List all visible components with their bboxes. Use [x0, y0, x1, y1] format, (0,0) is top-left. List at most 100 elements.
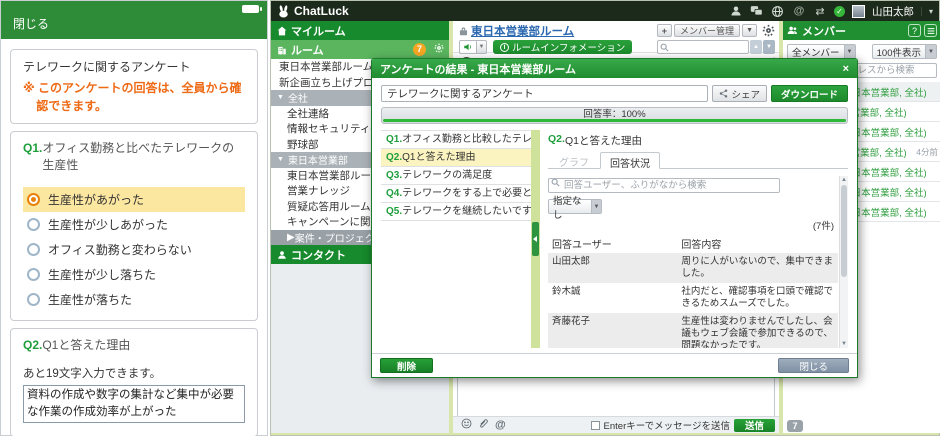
- answer-row[interactable]: 鈴木誠社内だと、確認事項を口頭で確認できるためスムーズでした。: [548, 283, 838, 313]
- download-button[interactable]: ダウンロード: [771, 85, 848, 102]
- radio-option[interactable]: 生産性が落ちた: [23, 287, 245, 312]
- globe-icon[interactable]: [771, 4, 785, 18]
- chat-rooms-icon[interactable]: [750, 4, 764, 18]
- answer-textarea[interactable]: 資料の作成や数字の集計など集中が必要な作業の作成効率が上がった: [23, 385, 245, 423]
- app-logo[interactable]: ChatLuck: [277, 4, 349, 18]
- answer-filter-select[interactable]: 指定なし ▼: [548, 199, 602, 214]
- info-icon: i: [500, 43, 509, 52]
- message-toolbar: @ Enterキーでメッセージを送信 送信: [453, 416, 779, 433]
- question-number: Q3.: [386, 170, 402, 181]
- room-name-link[interactable]: 東日本営業部ルーム: [471, 23, 574, 39]
- message-search-input[interactable]: [657, 40, 749, 54]
- scrollbar-thumb[interactable]: [841, 185, 847, 277]
- members-title: メンバー: [802, 23, 846, 39]
- help-icon[interactable]: ?: [908, 24, 921, 37]
- attach-file-icon[interactable]: [478, 416, 489, 434]
- column-content: 回答内容: [681, 236, 838, 251]
- page-size-select[interactable]: 100件表示 ▼: [872, 44, 937, 59]
- filter-value: 指定なし: [549, 193, 591, 221]
- mention-at-icon[interactable]: @: [495, 419, 506, 431]
- close-button[interactable]: 閉じる: [13, 15, 49, 32]
- group-label: 東日本営業部: [288, 152, 348, 167]
- tab-graph[interactable]: グラフ: [550, 152, 598, 168]
- radio-icon: [27, 268, 40, 281]
- pane-divider: [531, 130, 540, 348]
- battery-icon: [242, 5, 259, 13]
- survey-name-input[interactable]: [381, 85, 708, 102]
- question-1-title: Q1. オフィス勤務と比べたテレワークの生産性: [23, 140, 245, 174]
- response-rate-bar: 回答率：100%: [381, 107, 848, 124]
- radio-option[interactable]: 生産性が少しあがった: [23, 212, 245, 237]
- radio-option-selected[interactable]: 生産性があがった: [23, 187, 245, 212]
- toolbar-icons: @: [461, 416, 506, 434]
- tab-answer-status[interactable]: 回答状況: [600, 152, 660, 169]
- chevron-right-icon: ▶: [287, 232, 295, 243]
- question-list-item[interactable]: Q1.オフィス勤務と比較したテレワークの生…: [381, 131, 531, 149]
- question-number: Q2.: [23, 337, 42, 354]
- member-manage-button[interactable]: メンバー管理: [674, 24, 740, 37]
- user-menu-caret[interactable]: ▾: [921, 7, 933, 16]
- answer-row[interactable]: 山田太郎周りに人がいないので、集中できました。: [548, 253, 838, 283]
- scroll-up-arrow[interactable]: ▲: [840, 177, 848, 183]
- answer-content: 生産性は変わりませんでしたし、会議もウェブ会議で参加できるので、問題なかったです…: [681, 316, 838, 348]
- radio-option[interactable]: オフィス勤務と変わらない: [23, 237, 245, 262]
- switch-icon[interactable]: ⇄: [813, 4, 827, 18]
- rabbit-logo-icon: [277, 5, 290, 18]
- modal-close-icon[interactable]: ×: [843, 63, 849, 75]
- question-list-item[interactable]: Q4.テレワークをする上で必要と感じる備品: [381, 185, 531, 203]
- search-prev-button[interactable]: ▲: [750, 40, 762, 54]
- mention-icon[interactable]: @: [792, 4, 806, 18]
- radio-option[interactable]: 生産性が少し落ちた: [23, 262, 245, 287]
- member-manage-caret[interactable]: ▼: [742, 24, 757, 37]
- room-label: 全社連絡: [287, 106, 329, 121]
- send-button[interactable]: 送信: [734, 419, 775, 432]
- progress-fill: [383, 119, 846, 122]
- scroll-down-arrow[interactable]: ▼: [840, 341, 848, 347]
- members-icon: [787, 25, 798, 36]
- chat-header: 東日本営業部ルーム + メンバー管理 ▼ ▼ i ルームイ: [453, 21, 779, 53]
- sidebar-label: コンタクト: [291, 247, 346, 263]
- person-icon: [277, 250, 287, 260]
- answer-content: 周りに人がいないので、集中できました。: [681, 256, 838, 280]
- room-information-button[interactable]: i ルームインフォメーション: [493, 40, 632, 54]
- enter-to-send-checkbox[interactable]: [591, 421, 600, 430]
- footer-unread-badge: 7: [787, 420, 803, 432]
- user-avatar[interactable]: [852, 5, 865, 18]
- scrollbar[interactable]: ▲ ▼: [839, 176, 848, 348]
- mobile-header: 閉じる: [1, 1, 267, 39]
- sound-options-caret[interactable]: ▼: [477, 40, 487, 54]
- sidebar-my-room[interactable]: マイルーム: [271, 21, 449, 40]
- question-number: Q1.: [386, 134, 402, 145]
- emoji-icon[interactable]: [461, 416, 472, 434]
- radio-label: 生産性があがった: [48, 191, 144, 208]
- presence-status-icon[interactable]: ✓: [834, 6, 845, 17]
- room-settings-gear-icon[interactable]: [762, 24, 775, 37]
- profile-icon[interactable]: [729, 4, 743, 18]
- toolbar-right: Enterキーでメッセージを送信 送信: [591, 418, 775, 432]
- share-label: シェア: [731, 87, 760, 101]
- list-view-icon[interactable]: [924, 24, 937, 37]
- search-next-button[interactable]: ▼: [763, 40, 775, 54]
- chat-header-row2: ▼ i ルームインフォメーション ▲ ▼: [459, 39, 775, 55]
- app-topbar: ChatLuck @ ⇄ ✓ 山田太郎 ▾: [271, 1, 939, 21]
- notification-sound-button[interactable]: [459, 40, 477, 54]
- rooms-settings-gear-icon[interactable]: [434, 43, 444, 56]
- question-text: Q1と答えた理由: [565, 133, 642, 148]
- chat-header-buttons: + メンバー管理 ▼: [657, 24, 775, 37]
- modal-close-button[interactable]: 閉じる: [778, 358, 849, 373]
- question-list-item[interactable]: Q5.テレワークを継続したいですか: [381, 203, 531, 221]
- answer-search-input[interactable]: [548, 178, 780, 193]
- sidebar-rooms-header[interactable]: ルーム 7: [271, 40, 449, 59]
- pane-resize-handle[interactable]: [532, 222, 539, 256]
- answer-row[interactable]: 斉藤花子生産性は変わりませんでしたし、会議もウェブ会議で参加できるので、問題なか…: [548, 313, 838, 348]
- room-label: 質疑応答用ルーム: [287, 199, 371, 214]
- share-button[interactable]: シェア: [712, 85, 767, 102]
- question-list-item-selected[interactable]: Q2.Q1と答えた理由: [381, 149, 531, 167]
- member-scope-select[interactable]: 全メンバー ▼: [787, 44, 856, 59]
- delete-button[interactable]: 削除: [380, 358, 433, 373]
- answer-search: [548, 175, 780, 193]
- add-member-button[interactable]: +: [657, 24, 672, 37]
- radio-group: 生産性があがった 生産性が少しあがった オフィス勤務と変わらない 生産性が少し落…: [23, 187, 245, 312]
- survey-results-modal: アンケートの結果 - 東日本営業部ルーム × シェア ダウンロード 回答率：10…: [371, 58, 858, 378]
- question-list-item[interactable]: Q3.テレワークの満足度: [381, 167, 531, 185]
